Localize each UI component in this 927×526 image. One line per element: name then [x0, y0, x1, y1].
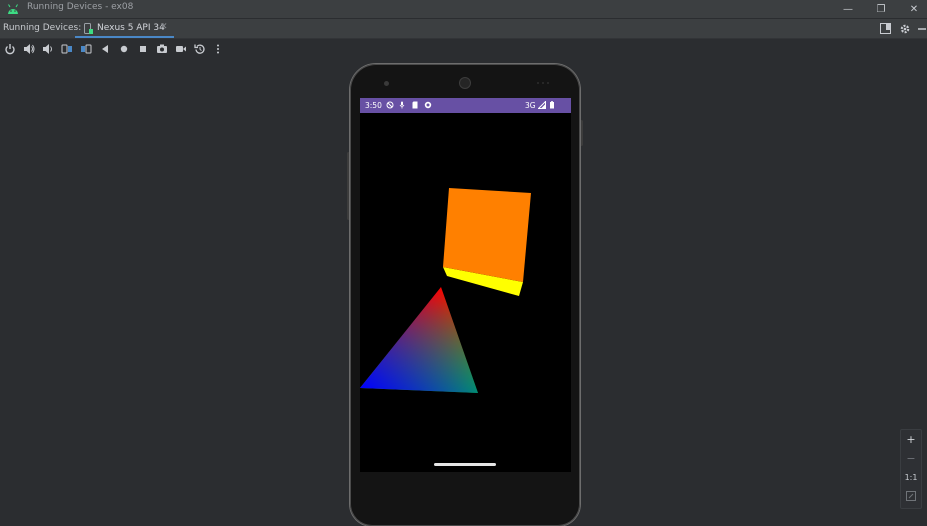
front-camera — [460, 78, 470, 88]
signal-icon — [538, 101, 546, 109]
fit-screen-icon[interactable] — [901, 487, 921, 505]
android-icon — [8, 4, 18, 14]
reset-icon[interactable] — [192, 41, 208, 57]
zoom-controls: + − 1:1 — [900, 429, 922, 509]
orange-cube — [443, 188, 531, 296]
hide-panel-icon[interactable] — [915, 22, 927, 35]
battery-icon — [550, 101, 554, 109]
layout-toggle-icon[interactable] — [879, 22, 892, 35]
proximity-sensor — [384, 81, 389, 86]
rgb-pyramid — [360, 287, 478, 393]
title-bar: Running Devices - ex08 — ❐ ✕ — [0, 0, 927, 18]
do-not-disturb-icon — [386, 101, 394, 109]
pyramid-face-blend — [360, 287, 478, 393]
opengl-scene — [360, 188, 531, 393]
speaker-grille-icon — [537, 82, 549, 84]
device-screen[interactable]: 3:50 3G — [360, 98, 571, 472]
status-bar: 3:50 3G — [360, 98, 571, 113]
network-type: 3G — [525, 101, 536, 110]
sd-card-icon — [412, 101, 418, 109]
close-tab-icon[interactable]: ✕ — [160, 22, 168, 32]
power-side-button — [580, 120, 583, 146]
sync-icon — [424, 101, 432, 109]
microphone-icon — [399, 101, 405, 109]
home-icon[interactable] — [116, 41, 132, 57]
power-icon[interactable] — [2, 41, 18, 57]
status-time: 3:50 — [365, 101, 382, 110]
device-tab-row: Running Devices: Nexus 5 API 34 ✕ — [0, 19, 927, 39]
minimize-button[interactable]: — — [833, 0, 863, 18]
settings-gear-icon[interactable] — [898, 22, 911, 35]
tab-nexus-5-api-34[interactable]: Nexus 5 API 34 ✕ — [75, 19, 174, 38]
window-title: Running Devices - ex08 — [27, 2, 134, 12]
actual-size-button[interactable]: 1:1 — [901, 468, 921, 486]
volume-down-icon[interactable] — [40, 41, 56, 57]
cube-front-face — [443, 188, 531, 282]
phone-device-icon — [84, 23, 93, 34]
close-window-button[interactable]: ✕ — [899, 0, 927, 18]
rotate-left-icon[interactable] — [59, 41, 75, 57]
zoom-in-button[interactable]: + — [901, 430, 921, 448]
more-icon[interactable] — [210, 41, 226, 57]
overview-icon[interactable] — [135, 41, 151, 57]
back-icon[interactable] — [97, 41, 113, 57]
screenshot-icon[interactable] — [154, 41, 170, 57]
restore-button[interactable]: ❐ — [866, 0, 896, 18]
volume-up-icon[interactable] — [21, 41, 37, 57]
running-devices-label: Running Devices: — [3, 23, 82, 33]
device-toolbar — [0, 39, 927, 58]
rotate-right-icon[interactable] — [78, 41, 94, 57]
zoom-out-button[interactable]: − — [901, 449, 921, 467]
screen-record-icon[interactable] — [173, 41, 189, 57]
gesture-nav-handle[interactable] — [434, 463, 496, 466]
tab-label: Nexus 5 API 34 — [97, 23, 165, 33]
